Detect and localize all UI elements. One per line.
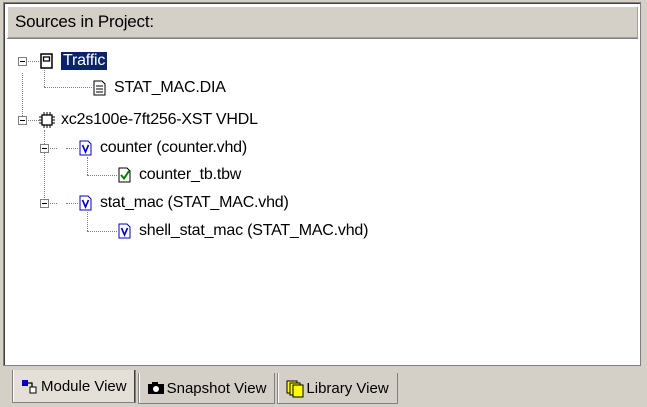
panel-title: Sources in Project: [15, 12, 154, 31]
tree-connector [44, 130, 45, 208]
module-view-icon [21, 378, 37, 394]
sources-panel: Sources in Project: Traffic STAT_MAC.DIA… [3, 2, 641, 366]
tree-connector [66, 148, 78, 149]
tree-item-label: shell_stat_mac (STAT_MAC.vhd) [139, 222, 369, 239]
tree-item-label: STAT_MAC.DIA [114, 79, 226, 96]
tree-connector [66, 203, 78, 204]
tree-item-counter[interactable]: counter (counter.vhd) [78, 136, 247, 160]
collapse-toggle-traffic[interactable] [18, 57, 27, 66]
tree-item-label: xc2s100e-7ft256-XST VHDL [61, 111, 258, 128]
tab-label: Library View [306, 379, 389, 397]
tree-connector [44, 87, 92, 88]
tab-library-view[interactable]: Library View [277, 373, 398, 404]
tree-item-counter-tb[interactable]: counter_tb.tbw [117, 163, 241, 187]
tree-item-label: Traffic [61, 52, 108, 70]
tree-item-label: counter_tb.tbw [139, 166, 242, 183]
tree-item-label: counter (counter.vhd) [100, 139, 247, 156]
tab-snapshot-view[interactable]: Snapshot View [137, 373, 276, 404]
tab-module-view[interactable]: Module View [12, 370, 136, 403]
chip-icon [39, 112, 55, 128]
tree-item-device[interactable]: xc2s100e-7ft256-XST VHDL [39, 108, 258, 132]
tree-item-stat-mac[interactable]: stat_mac (STAT_MAC.vhd) [78, 191, 289, 215]
document-icon [92, 80, 108, 96]
tab-label: Snapshot View [166, 379, 267, 397]
view-tabs: Module View Snapshot View Library View [12, 370, 400, 404]
collapse-toggle-device[interactable] [18, 116, 27, 125]
vhdl-module-icon [78, 140, 94, 156]
vhdl-module-icon [117, 223, 133, 239]
tree-item-traffic[interactable]: Traffic [39, 49, 108, 73]
tree-connector [87, 175, 117, 176]
project-icon [39, 53, 55, 69]
panel-header: Sources in Project: [7, 6, 638, 39]
camera-icon [147, 380, 164, 396]
tree-connector [87, 231, 117, 232]
collapse-toggle-stat-mac[interactable] [40, 199, 49, 208]
tab-label: Module View [41, 377, 127, 395]
vhdl-module-icon [78, 195, 94, 211]
tree-item-shell-stat-mac[interactable]: shell_stat_mac (STAT_MAC.vhd) [117, 219, 368, 243]
library-icon [286, 380, 304, 398]
tree-connector [22, 73, 23, 120]
tree-item-label: stat_mac (STAT_MAC.vhd) [100, 194, 289, 211]
testbench-icon [117, 167, 133, 183]
source-tree[interactable]: Traffic STAT_MAC.DIA xc2s100e-7ft256-XST… [4, 38, 639, 363]
collapse-toggle-counter[interactable] [40, 144, 49, 153]
tree-item-stat-mac-dia[interactable]: STAT_MAC.DIA [92, 76, 226, 100]
